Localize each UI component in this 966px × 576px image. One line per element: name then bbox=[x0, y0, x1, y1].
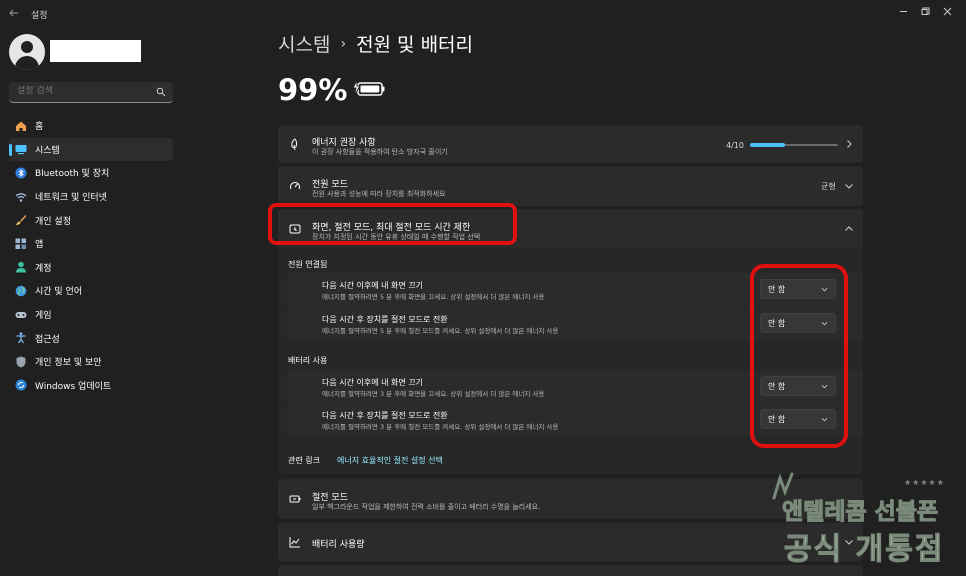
sidebar-item-time-language[interactable]: 시간 및 언어 bbox=[9, 279, 173, 303]
sidebar-item-windows-update[interactable]: Windows 업데이트 bbox=[9, 374, 173, 398]
watermark-line1: 앤텔레콤 선불폰 bbox=[781, 499, 939, 526]
battery-percent: 99% bbox=[278, 73, 348, 107]
power-mode-dropdown[interactable]: 균형 bbox=[821, 181, 836, 192]
sidebar-item-label: 앱 bbox=[35, 240, 44, 251]
accessibility-icon bbox=[16, 332, 26, 344]
brush-icon bbox=[16, 215, 27, 226]
watermark: ★★★★★ 앤텔레콤 선불폰 공식 개통점 bbox=[764, 472, 962, 572]
home-icon bbox=[16, 121, 26, 131]
username-redacted bbox=[50, 40, 141, 62]
row-title: 다음 시간 이후에 내 화면 끄기 bbox=[322, 281, 424, 290]
search-box[interactable] bbox=[9, 82, 173, 103]
chevron-down-icon[interactable] bbox=[844, 181, 854, 191]
maximize-icon[interactable] bbox=[914, 4, 936, 18]
card-title: 배터리 사용량 bbox=[312, 540, 365, 550]
power-mode-icon bbox=[290, 182, 300, 190]
chevron-right-icon[interactable] bbox=[844, 139, 854, 149]
breadcrumb-root[interactable]: 시스템 bbox=[278, 30, 330, 57]
sidebar-item-label: 네트워크 및 인터넷 bbox=[35, 193, 107, 204]
window-title: 설정 bbox=[31, 11, 48, 21]
sidebar-item-label: 계정 bbox=[35, 263, 52, 274]
search-input[interactable] bbox=[17, 86, 147, 96]
page-title: 전원 및 배터리 bbox=[356, 34, 474, 56]
network-icon bbox=[15, 192, 27, 202]
system-icon bbox=[15, 145, 27, 155]
back-arrow-icon[interactable] bbox=[8, 7, 22, 21]
search-icon[interactable] bbox=[156, 87, 166, 97]
energy-recommendations-card[interactable]: 에너지 권장 사항 이 권장 사항들을 적용하여 탄소 방자국 줄이기 4/10 bbox=[278, 125, 863, 163]
sidebar-item-label: Bluetooth 및 장치 bbox=[35, 169, 110, 180]
card-description: 일부 백그라운드 작업을 제한하여 전력 소비를 줄이고 배터리 수명을 늘리세… bbox=[312, 503, 541, 511]
progress-track bbox=[750, 143, 838, 147]
close-icon[interactable] bbox=[936, 4, 958, 18]
card-description: 이 권장 사항들을 적용하여 탄소 방자국 줄이기 bbox=[312, 148, 448, 156]
sidebar-item-label: Windows 업데이트 bbox=[35, 381, 112, 392]
apps-icon bbox=[15, 238, 26, 249]
sidebar: 홈 시스템 Bluetooth 및 장치 네트워크 및 인터넷 개인 설정 앱 … bbox=[0, 28, 180, 576]
progress-label: 4/10 bbox=[726, 141, 744, 150]
account-icon bbox=[16, 262, 26, 273]
related-links-label: 관련 링크 bbox=[288, 456, 320, 465]
update-icon bbox=[15, 379, 27, 391]
row-description: 에너지를 절약하려면 5 분 후에 절전 모드를 켜세요. 상위 설정에서 더 … bbox=[322, 327, 559, 335]
sidebar-item-label: 접근성 bbox=[35, 334, 60, 345]
sidebar-item-apps[interactable]: 앱 bbox=[9, 232, 173, 256]
sidebar-item-label: 홈 bbox=[35, 122, 44, 133]
highlight-dropdowns bbox=[750, 264, 848, 448]
row-description: 에너지를 절약하려면 3 분 후에 화면을 끄세요. 상위 설정에서 더 많은 … bbox=[322, 390, 545, 398]
sidebar-item-network[interactable]: 네트워크 및 인터넷 bbox=[9, 185, 173, 209]
power-mode-card: 전원 모드 전원 사용과 성능에 따라 장치를 최적화하세요 균형 bbox=[278, 166, 863, 206]
highlight-screen-sleep bbox=[268, 203, 517, 245]
section-on-battery: 배터리 사용 bbox=[288, 356, 328, 365]
watermark-line2: 공식 개통점 bbox=[783, 532, 945, 568]
shield-icon bbox=[16, 356, 26, 368]
card-description: 전원 사용과 성능에 따라 장치를 최적화하세요 bbox=[312, 190, 446, 198]
title-bar: 설정 bbox=[0, 0, 966, 28]
sidebar-item-accessibility[interactable]: 접근성 bbox=[9, 326, 173, 350]
sidebar-item-home[interactable]: 홈 bbox=[9, 114, 173, 138]
minimize-icon[interactable] bbox=[892, 4, 914, 18]
chevron-up-icon[interactable] bbox=[844, 224, 854, 234]
globe-icon bbox=[15, 285, 27, 297]
gamepad-icon bbox=[15, 311, 27, 318]
sidebar-item-bluetooth[interactable]: Bluetooth 및 장치 bbox=[9, 161, 173, 185]
progress-fill bbox=[750, 143, 786, 147]
bluetooth-icon bbox=[15, 167, 27, 179]
row-description: 에너지를 절약하려면 3 분 후에 절전 모드를 켜세요. 상위 설정에서 더 … bbox=[322, 423, 559, 431]
battery-saver-icon bbox=[289, 495, 301, 503]
row-description: 에너지를 절약하려면 5 분 후에 화면을 끄세요. 상위 설정에서 더 많은 … bbox=[322, 293, 545, 301]
breadcrumb-separator: › bbox=[340, 35, 347, 52]
battery-charging-icon bbox=[352, 80, 385, 97]
leaf-icon bbox=[291, 138, 298, 150]
row-title: 다음 시간 이후에 내 화면 끄기 bbox=[322, 378, 424, 387]
breadcrumb: 시스템 › 전원 및 배터리 bbox=[278, 30, 473, 57]
sidebar-item-label: 개인 정보 및 보안 bbox=[35, 358, 102, 369]
sidebar-item-privacy[interactable]: 개인 정보 및 보안 bbox=[9, 350, 173, 374]
sidebar-item-label: 시스템 bbox=[35, 145, 60, 156]
sidebar-item-system[interactable]: 시스템 bbox=[9, 137, 173, 162]
watermark-stars: ★★★★★ bbox=[904, 478, 945, 487]
chart-line-icon bbox=[289, 537, 300, 548]
row-title: 다음 시간 후 장치를 절전 모드로 전환 bbox=[322, 315, 448, 324]
section-plugged-in: 전원 연결됨 bbox=[288, 260, 328, 269]
row-title: 다음 시간 후 장치를 절전 모드로 전환 bbox=[322, 411, 448, 420]
related-link-energy-sleep[interactable]: 에너지 효율적인 절전 설정 선택 bbox=[337, 455, 443, 466]
sidebar-item-accounts[interactable]: 계정 bbox=[9, 256, 173, 280]
sidebar-item-label: 게임 bbox=[35, 311, 52, 322]
sidebar-item-gaming[interactable]: 게임 bbox=[9, 303, 173, 327]
avatar[interactable] bbox=[9, 34, 45, 70]
sidebar-item-label: 개인 설정 bbox=[35, 216, 71, 227]
sidebar-item-personalization[interactable]: 개인 설정 bbox=[9, 208, 173, 232]
sidebar-item-label: 시간 및 언어 bbox=[35, 287, 83, 298]
nav-list: 홈 시스템 Bluetooth 및 장치 네트워크 및 인터넷 개인 설정 앱 … bbox=[9, 114, 173, 397]
